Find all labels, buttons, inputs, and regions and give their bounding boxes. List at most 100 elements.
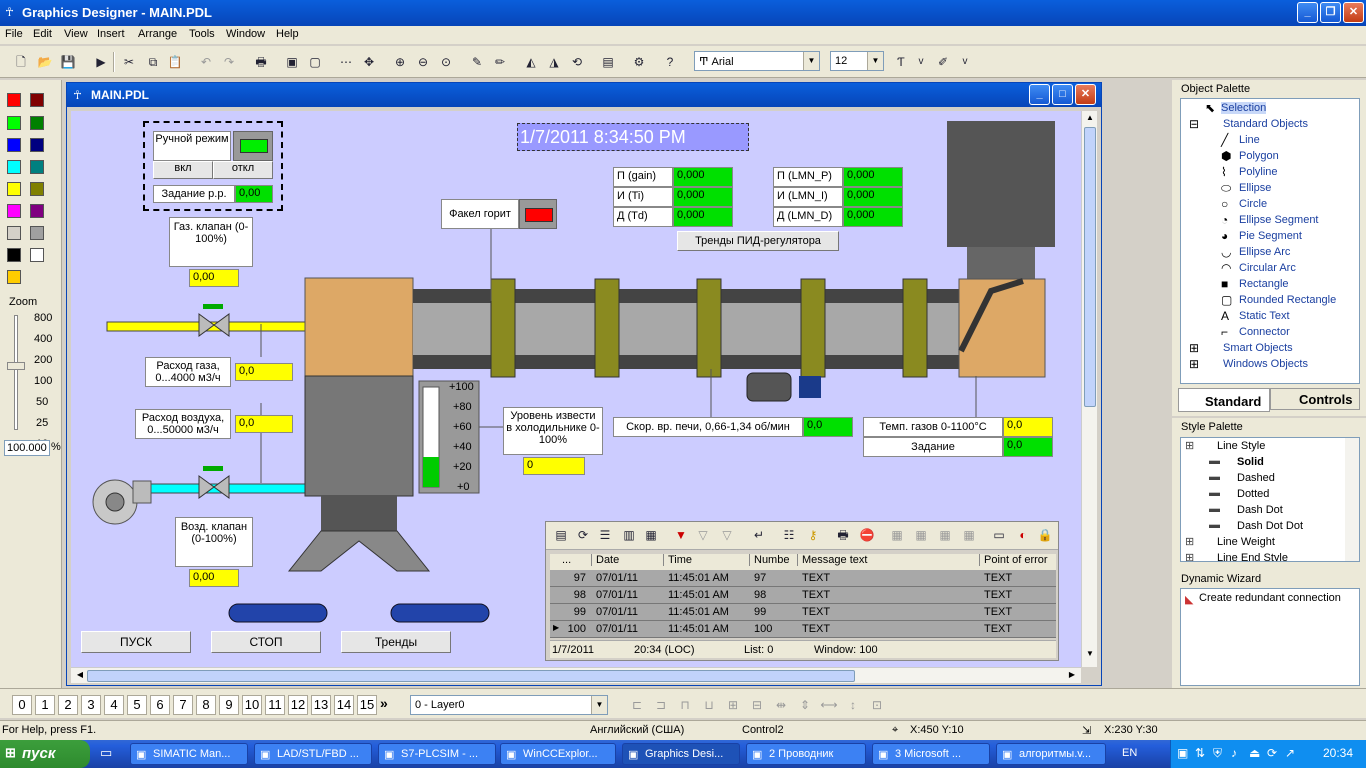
mirror-h-icon[interactable]: ◮	[545, 53, 563, 71]
restore-button[interactable]: ❐	[1320, 2, 1341, 23]
statistics-icon[interactable]: ▦	[642, 526, 660, 544]
color-swatch[interactable]	[7, 116, 21, 130]
layer-button-9[interactable]: 9	[219, 695, 239, 715]
same-width-icon[interactable]: ⟷	[820, 696, 838, 714]
style-item-dash-dot-dot[interactable]: Dash Dot Dot	[1237, 520, 1303, 532]
style-item-line-style[interactable]: Line Style	[1217, 440, 1265, 452]
table-row[interactable]: 97 07/01/11 11:45:01 AM 97 TEXT TEXT	[550, 570, 1056, 587]
palette-item-line[interactable]: Line	[1239, 134, 1260, 146]
minimize-button[interactable]: _	[1297, 2, 1318, 23]
layer-button-4[interactable]: 4	[104, 695, 124, 715]
color-swatch[interactable]	[30, 226, 44, 240]
background-icon[interactable]: ▢	[306, 53, 324, 71]
palette-item-rectangle[interactable]: Rectangle	[1239, 278, 1289, 290]
layer-button-13[interactable]: 13	[311, 695, 331, 715]
menu-edit[interactable]: Edit	[33, 28, 52, 40]
info-text-icon[interactable]: ▭	[990, 526, 1008, 544]
print-icon[interactable]: 🖶	[252, 53, 270, 71]
tab-standard[interactable]: Standard	[1178, 388, 1270, 412]
color-swatch[interactable]	[7, 226, 21, 240]
loop-icon[interactable]: ◐	[1014, 526, 1032, 544]
center-v-icon[interactable]: ⊟	[748, 696, 766, 714]
tray-network-icon[interactable]: ⇅	[1195, 746, 1205, 760]
col-header[interactable]: Message text	[798, 554, 980, 566]
same-height-icon[interactable]: ↕	[844, 696, 862, 714]
taskbar-item[interactable]: ▣ 2 Проводник	[746, 743, 866, 765]
color-swatch[interactable]	[7, 93, 21, 107]
language-indicator[interactable]: EN	[1122, 747, 1137, 759]
menu-view[interactable]: View	[64, 28, 88, 40]
rotate-icon[interactable]: ⟲	[568, 53, 586, 71]
air-valve-field[interactable]: 0,00	[189, 569, 239, 587]
manual-off-button[interactable]: откл	[213, 161, 273, 179]
line-color-dropdown[interactable]: v	[956, 53, 974, 71]
save-icon[interactable]: 💾	[59, 53, 77, 71]
tray-arrow-icon[interactable]: ↗	[1285, 746, 1295, 760]
library-icon[interactable]: ⚙	[630, 53, 648, 71]
vertical-scrollbar[interactable]: ▲ ▼	[1081, 111, 1097, 667]
refresh-icon[interactable]: ⟳	[574, 526, 592, 544]
palette-item-pie-segment[interactable]: Pie Segment	[1239, 230, 1302, 242]
gas-temp-field[interactable]: 0,0	[1003, 417, 1053, 437]
palette-item-circular-arc[interactable]: Circular Arc	[1239, 262, 1296, 274]
pid-gain-field[interactable]: 0,000	[673, 167, 733, 187]
scroll-left-icon[interactable]: ◀	[73, 670, 87, 682]
color-swatch[interactable]	[7, 160, 21, 174]
eyedropper-icon[interactable]: ✎	[468, 53, 486, 71]
child-minimize-button[interactable]: _	[1029, 84, 1050, 105]
palette-item-selection[interactable]: Selection	[1221, 102, 1267, 114]
taskbar-item[interactable]: ▣ Graphics Desi...	[622, 743, 740, 765]
chevron-down-icon[interactable]: ▼	[803, 52, 819, 70]
color-swatch[interactable]	[7, 182, 21, 196]
text-color-dropdown[interactable]: v	[912, 53, 930, 71]
lock2-icon[interactable]: 🔒	[1036, 526, 1054, 544]
cut-icon[interactable]: ✂	[120, 53, 138, 71]
group-ack-icon[interactable]: ▽	[694, 526, 712, 544]
menu-help[interactable]: Help	[276, 28, 299, 40]
style-item-dashed[interactable]: Dashed	[1237, 472, 1275, 484]
foreground-icon[interactable]: ▣	[283, 53, 301, 71]
col-header[interactable]: Time	[664, 554, 750, 566]
menu-insert[interactable]: Insert	[97, 28, 125, 40]
child-close-button[interactable]: ✕	[1075, 84, 1096, 105]
hide-icon[interactable]: ⛔	[858, 526, 876, 544]
tab-controls[interactable]: Controls	[1270, 388, 1360, 410]
new-icon[interactable]: 🗋	[12, 53, 30, 71]
palette-item-ellipse-arc[interactable]: Ellipse Arc	[1239, 246, 1290, 258]
kiln-speed-field[interactable]: 0,0	[803, 417, 853, 437]
menu-arrange[interactable]: Arrange	[138, 28, 177, 40]
run-icon[interactable]: ▶	[92, 53, 110, 71]
air-flow-field[interactable]: 0,0	[235, 415, 293, 433]
palette-item-polygon[interactable]: Polygon	[1239, 150, 1279, 162]
palette-item-polyline[interactable]: Polyline	[1239, 166, 1278, 178]
menu-tools[interactable]: Tools	[189, 28, 215, 40]
layer-button-11[interactable]: 11	[265, 695, 285, 715]
palette-item-static-text[interactable]: Static Text	[1239, 310, 1290, 322]
wizard-list[interactable]: ◣ Create redundant connection	[1180, 588, 1360, 686]
col-header[interactable]: Numbe	[750, 554, 798, 566]
picture-title-bar[interactable]: ☥ MAIN.PDL _ □ ✕	[67, 83, 1101, 107]
snap-icon[interactable]: ✥	[360, 53, 378, 71]
palette-item-windows-objects[interactable]: Windows Objects	[1223, 358, 1308, 370]
layer-button-6[interactable]: 6	[150, 695, 170, 715]
tray-update-icon[interactable]: ⟳	[1267, 746, 1277, 760]
drawing-canvas[interactable]: 1/7/2011 8:34:50 PM Ручной режим вкл отк…	[71, 111, 1081, 667]
zoom-out-icon[interactable]: ⊖	[414, 53, 432, 71]
color-swatch[interactable]	[30, 248, 44, 262]
align-right-icon[interactable]: ⊐	[652, 696, 670, 714]
horizontal-scrollbar[interactable]: ◀ ▶	[71, 667, 1081, 683]
prev-icon[interactable]: ▦	[912, 526, 930, 544]
palette-item-rounded-rectangle[interactable]: Rounded Rectangle	[1239, 294, 1336, 306]
color-swatch[interactable]	[30, 160, 44, 174]
color-swatch[interactable]	[30, 138, 44, 152]
lime-level-field[interactable]: 0	[523, 457, 585, 475]
layers-more[interactable]: »	[380, 695, 388, 711]
gas-flow-field[interactable]: 0,0	[235, 363, 293, 381]
datetime-display[interactable]: 1/7/2011 8:34:50 PM	[517, 123, 749, 151]
lock-icon[interactable]: ⚷	[804, 526, 822, 544]
palette-item-smart-objects[interactable]: Smart Objects	[1223, 342, 1293, 354]
object-tree[interactable]: ⬉ Selection ⊟ Standard Objects ╱ Line ⬢ Polygon…	[1180, 98, 1360, 384]
style-item-line-end-style[interactable]: Line End Style	[1217, 552, 1288, 561]
alarm-control[interactable]: ▤ ⟳ ☰ ▥ ▦ ▼ ▽ ▽ ↵ ☷ ⚷ 🖶 ⛔ ▦ ▦ ▦ ▦ ▭ ◐ 🔒	[545, 521, 1059, 661]
layer-button-10[interactable]: 10	[242, 695, 262, 715]
